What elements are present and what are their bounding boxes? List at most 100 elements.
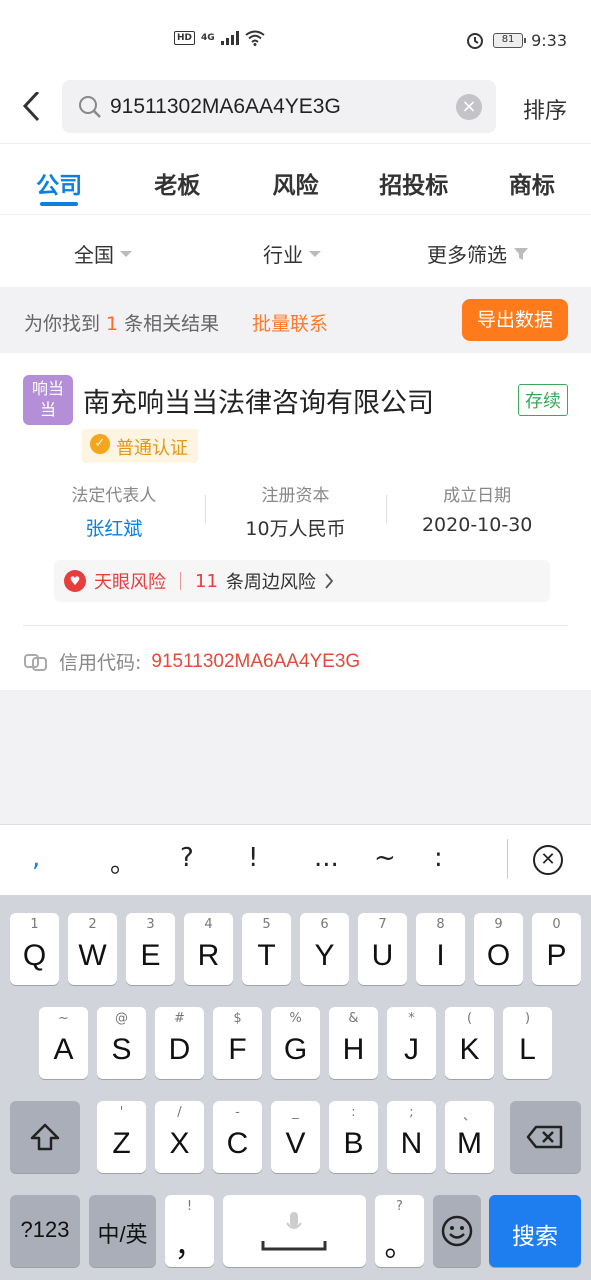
key-l[interactable]: ) L [503, 1007, 552, 1079]
key-g[interactable]: % G [271, 1007, 320, 1079]
filter-region[interactable]: 全国 [74, 239, 132, 268]
key-label: L [519, 1033, 536, 1066]
signal-icon [220, 31, 239, 45]
key-j[interactable]: * J [387, 1007, 436, 1079]
key-m[interactable]: 、 M [445, 1101, 494, 1173]
company-name[interactable]: 南充响当当法律咨询有限公司 [83, 381, 434, 420]
quick-tilde-key[interactable]: ~ [374, 843, 396, 873]
key-hint: 0 [552, 917, 561, 932]
emoji-key[interactable] [433, 1195, 481, 1267]
hd-badge: HD [174, 31, 196, 45]
key-u[interactable]: 7U [358, 913, 407, 985]
company-result-card[interactable]: 响当当 南充响当当法律咨询有限公司 存续 ✓ 普通认证 法定代表人 张红斌 注册… [0, 353, 591, 690]
key-label: V [285, 1127, 306, 1160]
search-box[interactable]: × [62, 80, 496, 133]
comma-key[interactable]: ! ， [165, 1195, 214, 1267]
key-b[interactable]: :B [329, 1101, 378, 1173]
key-h[interactable]: & H [329, 1007, 378, 1079]
filter-bar: 全国 行业 更多筛选 [0, 215, 591, 287]
key-label: U [371, 939, 394, 972]
quick-exclaim-key[interactable]: ! [248, 843, 258, 873]
key-hint: & [348, 1011, 359, 1026]
key-f[interactable]: $ F [213, 1007, 262, 1079]
key-label: J [404, 1033, 419, 1066]
stat-founded-value: 2020-10-30 [421, 514, 533, 536]
tab-trademark[interactable]: 商标 [473, 144, 591, 214]
key-x[interactable]: / X [155, 1101, 204, 1173]
stat-capital-value: 10万人民币 [245, 518, 346, 540]
key-label: A [53, 1033, 74, 1066]
key-hint: ) [524, 1011, 531, 1026]
key-c[interactable]: -C [213, 1101, 262, 1173]
tab-risk[interactable]: 风险 [236, 144, 354, 214]
key-p[interactable]: 0P [532, 913, 581, 985]
risk-divider [180, 572, 181, 590]
key-hint: 1 [30, 917, 39, 932]
shift-key[interactable] [10, 1101, 80, 1173]
key-k[interactable]: (K [445, 1007, 494, 1079]
key-q[interactable]: 1Q [10, 913, 59, 985]
key-v[interactable]: _ V [271, 1101, 320, 1173]
key-r[interactable]: 4R [184, 913, 233, 985]
stat-legal-rep: 法定代表人 张红斌 [23, 481, 205, 541]
tab-boss[interactable]: 老板 [118, 144, 236, 214]
search-icon [79, 96, 101, 118]
key-a[interactable]: ~ A [39, 1007, 88, 1079]
key-e[interactable]: 3E [126, 913, 175, 985]
filter-region-label: 全国 [74, 243, 114, 267]
tab-company[interactable]: 公司 [0, 144, 118, 214]
key-hint: - [235, 1105, 240, 1120]
key-z[interactable]: ' Z [97, 1101, 146, 1173]
quick-period-key[interactable]: 。 [110, 843, 136, 880]
language-switch-key[interactable]: 中/英 [89, 1195, 156, 1267]
key-hint: 9 [494, 917, 503, 932]
key-label: F [228, 1033, 247, 1066]
space-key[interactable] [223, 1195, 366, 1267]
company-logo-text: 响当当 [31, 379, 64, 419]
key-w[interactable]: 2W [68, 913, 117, 985]
key-hint: : [351, 1105, 356, 1120]
clear-search-button[interactable]: × [456, 94, 482, 120]
quick-ellipsis-key[interactable]: ... [314, 843, 339, 873]
key-hint: 3 [146, 917, 155, 932]
bulk-contact-link[interactable]: 批量联系 [252, 309, 328, 336]
search-key[interactable]: 搜索 [489, 1195, 581, 1267]
status-bar: HD 4G 81 9:33 [0, 0, 591, 80]
period-key-label: 。 [384, 1230, 415, 1263]
risk-bar[interactable]: ♥ 天眼风险 11 条周边风险 [54, 560, 550, 602]
keyboard: ?123 中/英 ! ， ? 。 搜索 1Q2W3E4R5T6Y7U8I9O0P… [0, 895, 591, 1280]
back-button[interactable] [18, 90, 48, 122]
link-icon [24, 653, 47, 671]
key-d[interactable]: # D [155, 1007, 204, 1079]
key-y[interactable]: 6Y [300, 913, 349, 985]
period-key[interactable]: ? 。 [375, 1195, 424, 1267]
language-switch-label: 中/英 [97, 1222, 148, 1247]
card-divider [23, 625, 568, 626]
quick-question-key[interactable]: ? [180, 843, 194, 873]
stat-capital-label: 注册资本 [261, 486, 330, 506]
export-data-button[interactable]: 导出数据 [462, 299, 568, 341]
backspace-key[interactable] [510, 1101, 581, 1173]
quick-comma-key[interactable]: , [32, 843, 40, 873]
close-icon: ✕ [540, 849, 556, 870]
key-hint: # [174, 1011, 185, 1026]
legal-rep-link[interactable]: 张红斌 [23, 514, 205, 541]
key-o[interactable]: 9O [474, 913, 523, 985]
tab-bidding[interactable]: 招投标 [355, 144, 473, 214]
numeric-mode-key[interactable]: ?123 [10, 1195, 80, 1267]
credit-code-row: 信用代码: 91511302MA6AA4YE3G [23, 648, 360, 675]
filter-industry[interactable]: 行业 [263, 239, 321, 268]
key-t[interactable]: 5T [242, 913, 291, 985]
filter-more[interactable]: 更多筛选 [427, 239, 529, 268]
close-keyboard-button[interactable]: ✕ [533, 845, 563, 875]
key-hint: ~ [58, 1011, 69, 1026]
sort-button[interactable]: 排序 [523, 93, 567, 125]
key-i[interactable]: 8I [416, 913, 465, 985]
close-icon: × [461, 96, 477, 117]
key-n[interactable]: ; N [387, 1101, 436, 1173]
quick-colon-key[interactable]: : [434, 843, 443, 873]
key-s[interactable]: @ S [97, 1007, 146, 1079]
key-label: K [459, 1033, 480, 1066]
check-badge-icon: ✓ [90, 434, 110, 454]
search-input[interactable] [110, 92, 450, 122]
